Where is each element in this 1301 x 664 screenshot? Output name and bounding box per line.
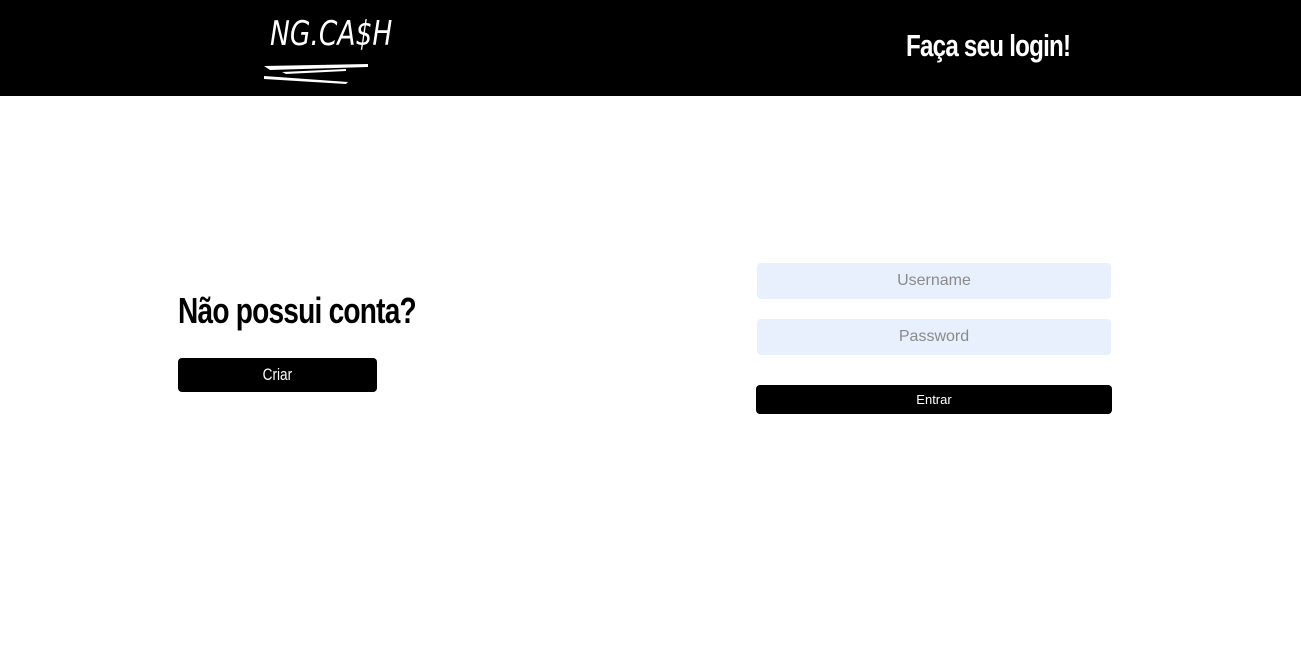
ngcash-logo: NG.CA$H	[262, 12, 392, 86]
logo-swoosh-icon	[264, 64, 368, 84]
username-input[interactable]	[757, 263, 1111, 299]
signup-panel: Não possui conta? Criar	[178, 290, 417, 392]
create-account-button[interactable]: Criar	[178, 358, 377, 392]
no-account-heading: Não possui conta?	[178, 290, 417, 331]
login-submit-button[interactable]: Entrar	[756, 385, 1112, 414]
create-account-label: Criar	[262, 365, 293, 384]
top-header: NG.CA$H Faça seu login!	[0, 0, 1301, 96]
page-title: Faça seu login!	[906, 28, 1071, 63]
logo-wordmark: NG.CA$H	[270, 14, 393, 54]
password-input[interactable]	[757, 319, 1111, 355]
